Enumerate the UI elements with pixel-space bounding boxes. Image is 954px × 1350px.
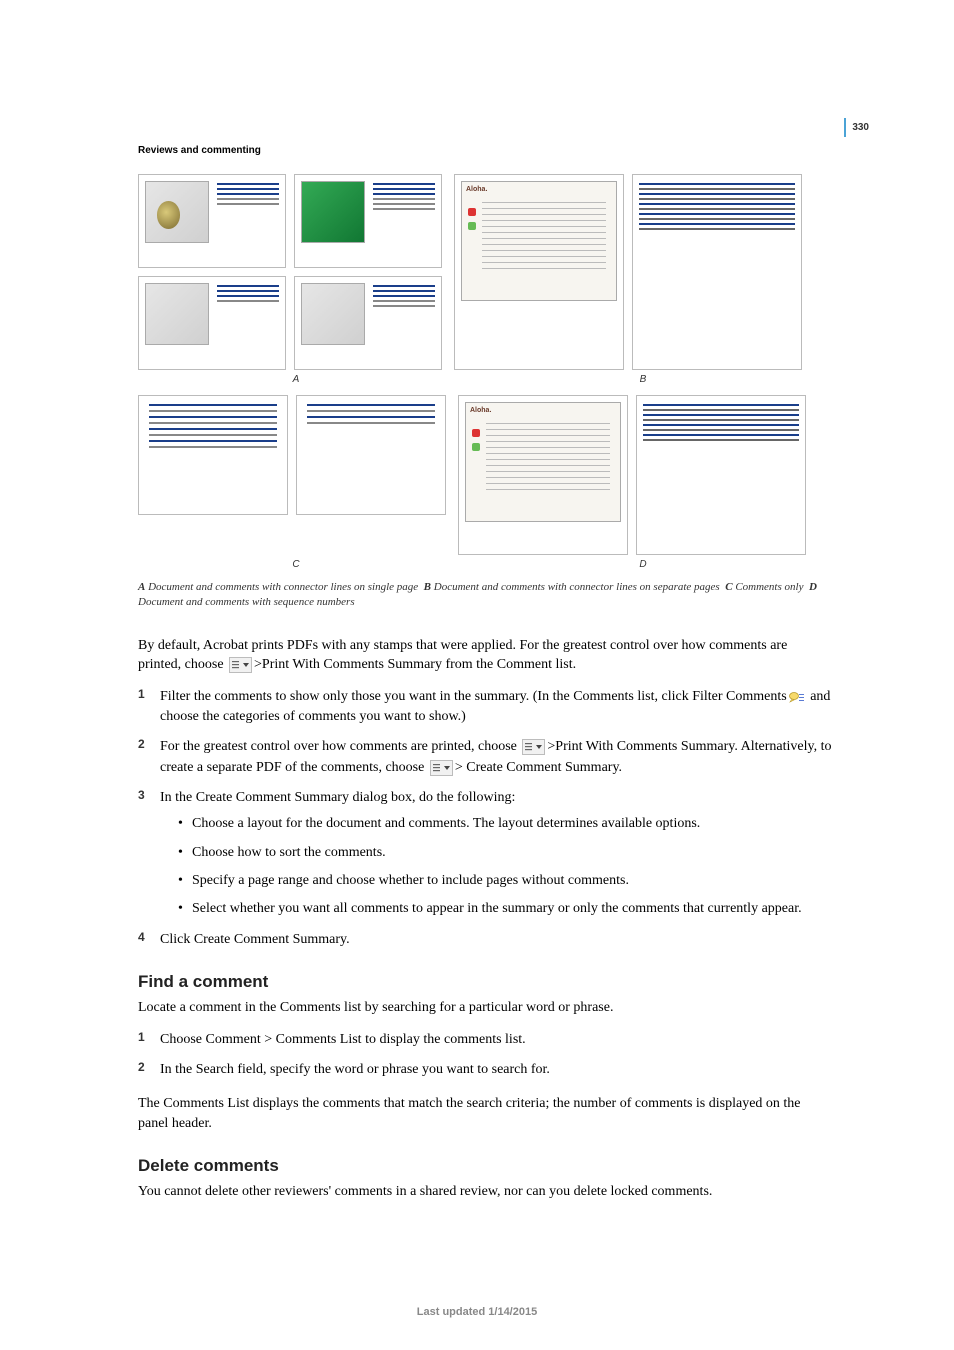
print-steps-list: Filter the comments to show only those y… <box>138 687 832 950</box>
options-menu-icon <box>522 739 545 755</box>
layout-a-tile <box>294 276 442 370</box>
intro-paragraph: By default, Acrobat prints PDFs with any… <box>138 636 832 675</box>
list-item: Choose Comment > Comments List to displa… <box>138 1030 832 1050</box>
list-item: In the Search field, specify the word or… <box>138 1060 832 1080</box>
list-item: Specify a page range and choose whether … <box>178 871 832 891</box>
list-item: For the greatest control over how commen… <box>138 737 832 778</box>
page-footer: Last updated 1/14/2015 <box>0 1306 954 1318</box>
layout-d-tile <box>636 395 806 555</box>
filter-comments-icon <box>789 691 805 703</box>
layout-a-tile <box>138 174 286 268</box>
list-item: Filter the comments to show only those y… <box>138 687 832 728</box>
options-menu-icon <box>430 760 453 776</box>
section-heading-delete: Delete comments <box>138 1156 832 1176</box>
options-menu-icon <box>229 657 252 673</box>
list-item: Choose how to sort the comments. <box>178 843 832 863</box>
figure-letter: C <box>138 559 454 570</box>
layout-b-tile <box>632 174 802 370</box>
list-item: Click Create Comment Summary. <box>138 930 832 950</box>
summary-layouts-figure: A B <box>138 174 832 570</box>
find-steps-list: Choose Comment > Comments List to displa… <box>138 1030 832 1081</box>
figure-letter: A <box>138 374 454 385</box>
layout-c-tile <box>296 395 446 515</box>
list-item: Select whether you want all comments to … <box>178 899 832 919</box>
layout-a-tile <box>294 174 442 268</box>
page-number: 330 <box>844 118 869 137</box>
find-intro: Locate a comment in the Comments list by… <box>138 998 832 1018</box>
find-outro: The Comments List displays the comments … <box>138 1094 832 1133</box>
layout-d-tile <box>458 395 628 555</box>
chapter-title: Reviews and commenting <box>138 145 832 156</box>
layout-c-tile <box>138 395 288 515</box>
figure-caption: A Document and comments with connector l… <box>138 580 832 610</box>
list-item: Choose a layout for the document and com… <box>178 814 832 834</box>
delete-body: You cannot delete other reviewers' comme… <box>138 1182 832 1202</box>
section-heading-find: Find a comment <box>138 972 832 992</box>
figure-letter: B <box>454 374 832 385</box>
figure-letter: D <box>454 559 832 570</box>
list-item: In the Create Comment Summary dialog box… <box>138 788 832 919</box>
layout-b-tile <box>454 174 624 370</box>
layout-a-tile <box>138 276 286 370</box>
